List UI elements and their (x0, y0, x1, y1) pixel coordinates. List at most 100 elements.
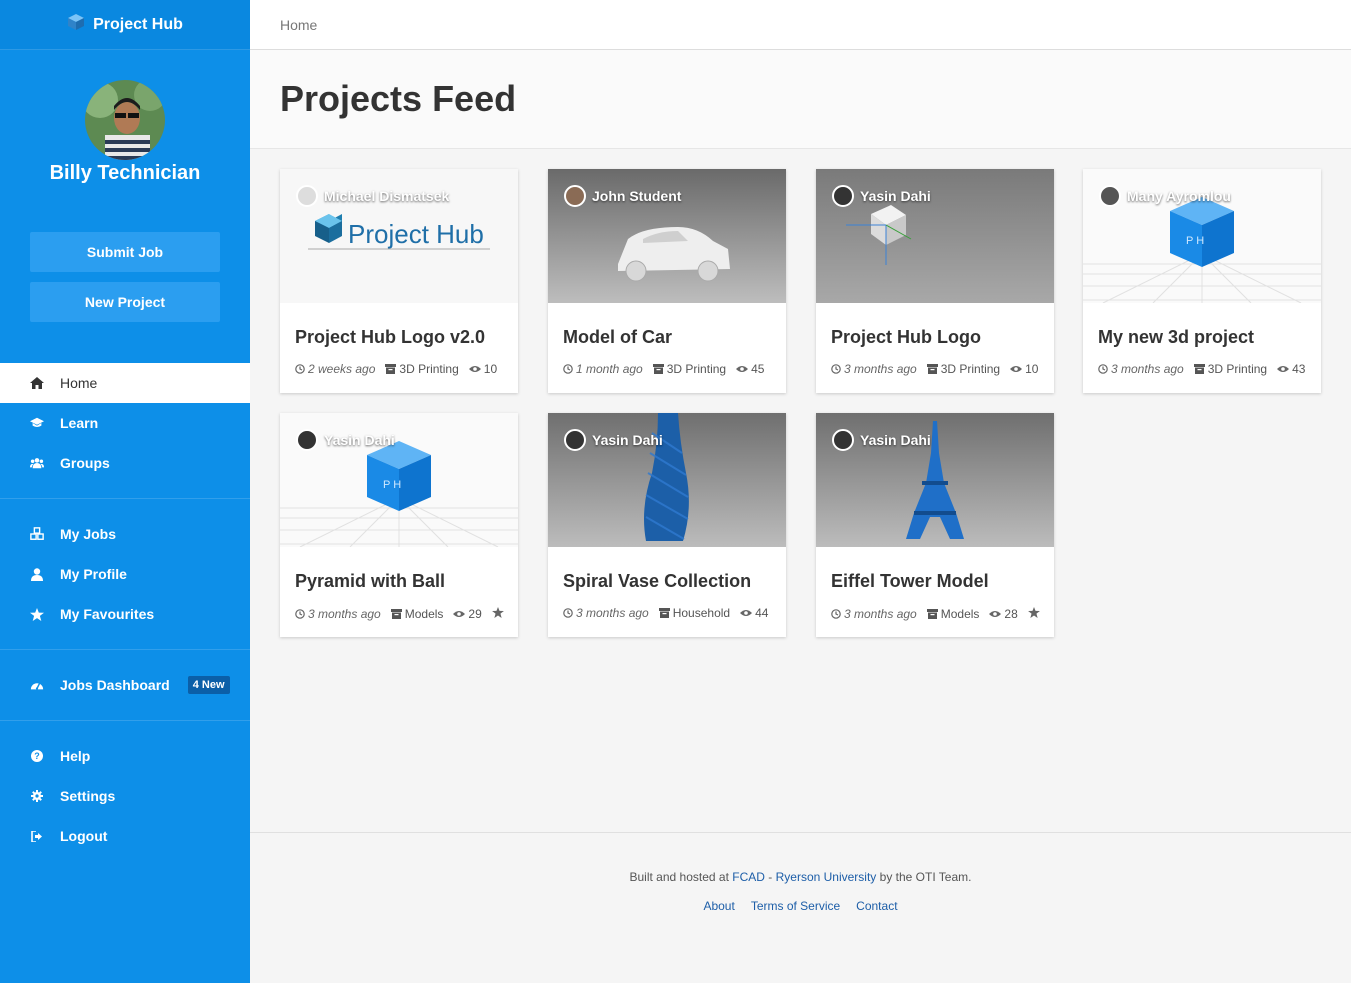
sidebar-item-label: Groups (60, 455, 110, 471)
card-category[interactable]: Models (390, 607, 443, 621)
card-title[interactable]: Spiral Vase Collection (563, 571, 751, 592)
project-card[interactable]: P H Many Ayromlou My new 3d project 3 mo… (1083, 169, 1321, 393)
card-author[interactable]: Michael Dismatsek (296, 185, 449, 207)
project-thumbnail[interactable]: Project Hub Michael Dismatsek (280, 169, 518, 303)
card-author[interactable]: Yasin Dahi (564, 429, 663, 451)
card-category[interactable]: Models (926, 607, 979, 621)
card-author[interactable]: Yasin Dahi (832, 185, 931, 207)
card-author[interactable]: John Student (564, 185, 681, 207)
question-circle-icon: ? (30, 749, 44, 763)
clock-icon (295, 364, 305, 374)
card-time: 3 months ago (295, 607, 381, 621)
card-title[interactable]: Eiffel Tower Model (831, 571, 989, 592)
sidebar: Project Hub Billy Technician Submit Job … (0, 0, 250, 983)
card-category[interactable]: 3D Printing (652, 362, 726, 376)
star-icon (30, 607, 44, 621)
sidebar-item-settings[interactable]: Settings (0, 776, 250, 816)
footer-credits: Built and hosted at FCAD - Ryerson Unive… (629, 870, 972, 884)
card-title[interactable]: Project Hub Logo (831, 327, 981, 348)
card-author[interactable]: Yasin Dahi (296, 429, 395, 451)
submit-job-button[interactable]: Submit Job (30, 232, 220, 272)
project-card[interactable]: John Student Model of Car 1 month ago 3D… (548, 169, 786, 393)
author-avatar (564, 429, 586, 451)
sidebar-item-groups[interactable]: Groups (0, 443, 250, 483)
sidebar-item-learn[interactable]: Learn (0, 403, 250, 443)
card-time: 3 months ago (831, 362, 917, 376)
sidebar-item-help[interactable]: ? Help (0, 736, 250, 776)
archive-icon (390, 608, 402, 619)
page-title: Projects Feed (280, 78, 517, 119)
favourite-star-icon[interactable] (1027, 606, 1040, 621)
sidebar-item-home[interactable]: Home (0, 363, 250, 403)
card-meta: 1 month ago 3D Printing 45 (563, 362, 764, 376)
project-card[interactable]: Yasin Dahi Eiffel Tower Model 3 months a… (816, 413, 1054, 637)
eye-icon (989, 610, 1002, 617)
card-category[interactable]: Household (658, 606, 730, 620)
sidebar-item-my-favourites[interactable]: My Favourites (0, 594, 250, 634)
author-name: Yasin Dahi (592, 432, 663, 448)
favourite-star-icon[interactable] (491, 606, 504, 621)
sidebar-item-my-profile[interactable]: My Profile (0, 554, 250, 594)
card-title[interactable]: Pyramid with Ball (295, 571, 445, 592)
project-card[interactable]: Yasin Dahi Spiral Vase Collection 3 mont… (548, 413, 786, 637)
card-time: 3 months ago (563, 606, 649, 620)
sidebar-item-label: Logout (60, 828, 108, 844)
project-thumbnail[interactable]: Yasin Dahi (548, 413, 786, 547)
card-views: 45 (736, 362, 764, 376)
project-card[interactable]: Project Hub Michael Dismatsek Project Hu… (280, 169, 518, 393)
project-thumbnail[interactable]: Yasin Dahi (816, 169, 1054, 303)
author-name: Michael Dismatsek (324, 188, 450, 204)
terms-link[interactable]: Terms of Service (751, 899, 840, 913)
gear-icon (30, 789, 44, 803)
clock-icon (831, 608, 841, 619)
eye-icon (1277, 366, 1290, 372)
sidebar-item-label: Jobs Dashboard (60, 677, 170, 693)
author-avatar (832, 429, 854, 451)
sidebar-item-logout[interactable]: Logout (0, 816, 250, 856)
author-name: Many Ayromlou (1127, 188, 1231, 204)
card-title[interactable]: Project Hub Logo v2.0 (295, 327, 485, 348)
brand[interactable]: Project Hub (0, 0, 250, 50)
about-link[interactable]: About (703, 899, 734, 913)
card-category[interactable]: 3D Printing (1193, 362, 1267, 376)
breadcrumb-home[interactable]: Home (280, 17, 317, 33)
sidebar-item-jobs-dashboard[interactable]: Jobs Dashboard 4 New (0, 665, 250, 705)
card-title[interactable]: Model of Car (563, 327, 672, 348)
eye-icon (468, 366, 481, 372)
project-thumbnail[interactable]: P H Many Ayromlou (1083, 169, 1321, 303)
fcad-link[interactable]: FCAD (732, 870, 765, 884)
card-meta: 3 months ago Models 28 (831, 606, 1040, 621)
card-author[interactable]: Many Ayromlou (1099, 185, 1231, 207)
author-name: Yasin Dahi (324, 432, 395, 448)
eye-icon (736, 366, 749, 372)
card-title[interactable]: My new 3d project (1098, 327, 1254, 348)
project-thumbnail[interactable]: John Student (548, 169, 786, 303)
ryerson-link[interactable]: Ryerson University (776, 870, 877, 884)
author-avatar (1099, 185, 1121, 207)
project-thumbnail[interactable]: Yasin Dahi (816, 413, 1054, 547)
author-avatar (296, 185, 318, 207)
project-card[interactable]: P H Yasin Dahi Pyramid with Ball 3 month… (280, 413, 518, 637)
archive-icon (385, 364, 397, 374)
card-views: 28 (989, 607, 1018, 621)
svg-text:P H: P H (383, 479, 401, 491)
svg-text:?: ? (34, 751, 40, 761)
clock-icon (295, 608, 305, 619)
card-author[interactable]: Yasin Dahi (832, 429, 931, 451)
clock-icon (1098, 364, 1108, 374)
card-category[interactable]: 3D Printing (926, 362, 1000, 376)
clock-icon (563, 364, 573, 374)
graduation-cap-icon (30, 416, 44, 430)
archive-icon (652, 364, 664, 374)
brand-name: Project Hub (93, 15, 183, 33)
project-thumbnail[interactable]: P H Yasin Dahi (280, 413, 518, 547)
footer-links: About Terms of Service Contact (250, 899, 1351, 913)
project-card[interactable]: Yasin Dahi Project Hub Logo 3 months ago… (816, 169, 1054, 393)
sidebar-item-label: Home (60, 375, 98, 391)
card-category[interactable]: 3D Printing (385, 362, 459, 376)
new-project-button[interactable]: New Project (30, 282, 220, 322)
contact-link[interactable]: Contact (856, 899, 897, 913)
sidebar-item-my-jobs[interactable]: My Jobs (0, 514, 250, 554)
avatar[interactable] (85, 80, 165, 160)
sidebar-item-label: My Profile (60, 566, 127, 582)
